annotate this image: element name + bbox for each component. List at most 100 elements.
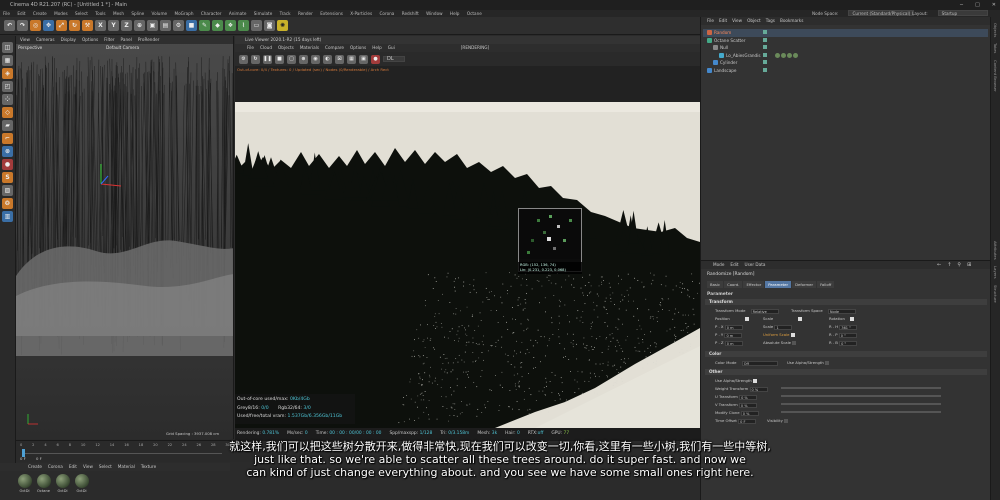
tab-parameter[interactable]: Parameter: [765, 281, 792, 288]
tab-deformer[interactable]: Deformer: [792, 281, 817, 288]
rh-field[interactable]: 361 °: [839, 324, 858, 330]
modify-clone-slider[interactable]: [781, 411, 941, 413]
material-swatch[interactable]: Octane: [35, 473, 52, 498]
mat-menu-create[interactable]: Create: [28, 463, 42, 471]
menu-mograph[interactable]: MoGraph: [174, 11, 193, 16]
am-menu-user-data[interactable]: User Data: [745, 261, 766, 269]
close-icon[interactable]: ✕: [992, 0, 996, 10]
tab-takes[interactable]: Takes: [993, 43, 998, 53]
tree-item-landscape[interactable]: Landscape: [703, 67, 988, 75]
deformer-icon[interactable]: ⌇: [238, 20, 249, 31]
menu-file[interactable]: File: [3, 11, 10, 16]
material-tag-icon[interactable]: [781, 52, 786, 58]
workplane-icon[interactable]: ◰: [2, 81, 13, 92]
scale-icon[interactable]: ⤢: [56, 20, 67, 31]
cloner-icon[interactable]: ❖: [225, 20, 236, 31]
render-image[interactable]: [235, 102, 700, 428]
section-transform[interactable]: Transform: [705, 299, 987, 305]
tab-falloff[interactable]: Falloff: [817, 281, 835, 288]
current-frame[interactable]: 0 F: [36, 456, 42, 461]
om-menu-bookmarks[interactable]: Bookmarks: [780, 17, 803, 25]
solo-icon[interactable]: ●: [2, 159, 13, 170]
camera-icon[interactable]: ◙: [264, 20, 275, 31]
menu-x-particles[interactable]: X-Particles: [350, 11, 372, 16]
polygons-mode-icon[interactable]: ▰: [2, 120, 13, 131]
render-settings-icon[interactable]: ⚙: [173, 20, 184, 31]
texture-mode-icon[interactable]: ◈: [2, 68, 13, 79]
light-icon[interactable]: ✺: [277, 20, 288, 31]
pause-render-icon[interactable]: ❚❚: [263, 54, 272, 64]
mat-menu-corona[interactable]: Corona: [48, 463, 63, 471]
lock-resolution-icon[interactable]: ⊡: [335, 54, 344, 64]
tree-item-octane-scatter[interactable]: Octane Scatter: [703, 37, 988, 45]
layout-dropdown[interactable]: Startup: [937, 10, 988, 16]
absolute-scale-checkbox[interactable]: [792, 341, 797, 345]
lv-menu-materials[interactable]: Materials: [300, 44, 319, 52]
lv-menu-compare[interactable]: Compare: [325, 44, 344, 52]
om-menu-view[interactable]: View: [732, 17, 742, 25]
time-offset-field[interactable]: 0 F: [738, 418, 757, 424]
visibility-checkbox[interactable]: [784, 419, 789, 423]
coordinate-system-icon[interactable]: ⊕: [134, 20, 145, 31]
clay-mode-icon[interactable]: ◐: [323, 54, 332, 64]
menu-animate[interactable]: Animate: [229, 11, 247, 16]
menu-tools[interactable]: Tools: [95, 11, 105, 16]
lv-menu-options[interactable]: Options: [350, 44, 366, 52]
om-menu-file[interactable]: File: [707, 17, 714, 25]
axis-mode-icon[interactable]: ⌐: [2, 133, 13, 144]
am-menu-mode[interactable]: Mode: [713, 261, 724, 269]
channel-icon[interactable]: ▦: [347, 54, 356, 64]
visibility-check-icon[interactable]: [763, 52, 767, 57]
u-transform-field[interactable]: 0 %: [739, 394, 758, 400]
vp-menu-panel[interactable]: Panel: [121, 36, 132, 44]
section-other[interactable]: Other: [705, 369, 987, 375]
weight-slider[interactable]: [781, 387, 941, 389]
menu-octane[interactable]: Octane: [467, 11, 482, 16]
mat-menu-edit[interactable]: Edit: [69, 463, 77, 471]
section-color[interactable]: Color: [705, 351, 987, 357]
move-icon[interactable]: ✥: [43, 20, 54, 31]
menu-volume[interactable]: Volume: [152, 11, 168, 16]
material-swatch[interactable]: OctDi: [16, 473, 33, 498]
menu-mesh[interactable]: Mesh: [113, 11, 124, 16]
record-icon[interactable]: ●: [371, 54, 380, 64]
uniform-scale-checkbox[interactable]: [790, 333, 795, 337]
maximize-icon[interactable]: □: [975, 0, 980, 10]
cube-icon[interactable]: ■: [186, 20, 197, 31]
other-alpha-checkbox[interactable]: [753, 379, 758, 383]
tab-layers[interactable]: Layers: [993, 266, 998, 279]
v-transform-field[interactable]: 0 %: [738, 402, 757, 408]
layer-icon[interactable]: ▥: [2, 211, 13, 222]
pick-focus-icon[interactable]: ⊕: [299, 54, 308, 64]
v-slider[interactable]: [781, 403, 941, 405]
snap-icon[interactable]: ⊛: [2, 146, 13, 157]
redo-icon[interactable]: ↷: [17, 20, 28, 31]
model-mode-icon[interactable]: ▦: [2, 55, 13, 66]
pen-icon[interactable]: ✎: [199, 20, 210, 31]
tab-effector[interactable]: Effector: [743, 281, 765, 288]
visibility-check-icon[interactable]: [763, 67, 767, 72]
node-space-dropdown[interactable]: Current (Standard/Physical): [848, 10, 915, 16]
visibility-check-icon[interactable]: [763, 45, 767, 49]
transform-mode-dropdown[interactable]: Relative: [750, 308, 779, 314]
z-axis-icon[interactable]: Z: [121, 20, 132, 31]
send-scene-icon[interactable]: ⚙: [239, 54, 248, 64]
mat-menu-select[interactable]: Select: [99, 463, 112, 471]
scale-checkbox[interactable]: [798, 317, 803, 321]
am-menu-edit[interactable]: Edit: [730, 261, 738, 269]
om-menu-edit[interactable]: Edit: [719, 17, 727, 25]
menu-character[interactable]: Character: [201, 11, 222, 16]
kernel-mode-dropdown[interactable]: DL: [383, 56, 405, 62]
material-swatch[interactable]: OctDi: [73, 473, 90, 498]
clone-icon[interactable]: ▣: [359, 54, 368, 64]
transform-space-dropdown[interactable]: Node: [827, 308, 856, 314]
x-axis-icon[interactable]: X: [95, 20, 106, 31]
recent-tools-icon[interactable]: ⚒: [82, 20, 93, 31]
om-menu-object[interactable]: Object: [747, 17, 761, 25]
menu-window[interactable]: Window: [426, 11, 443, 16]
menu-redshift[interactable]: Redshift: [402, 11, 419, 16]
material-tags[interactable]: [775, 52, 798, 58]
restart-render-icon[interactable]: ↻: [251, 54, 260, 64]
lv-menu-gui[interactable]: Gui: [388, 44, 395, 52]
menu-create[interactable]: Create: [33, 11, 47, 16]
